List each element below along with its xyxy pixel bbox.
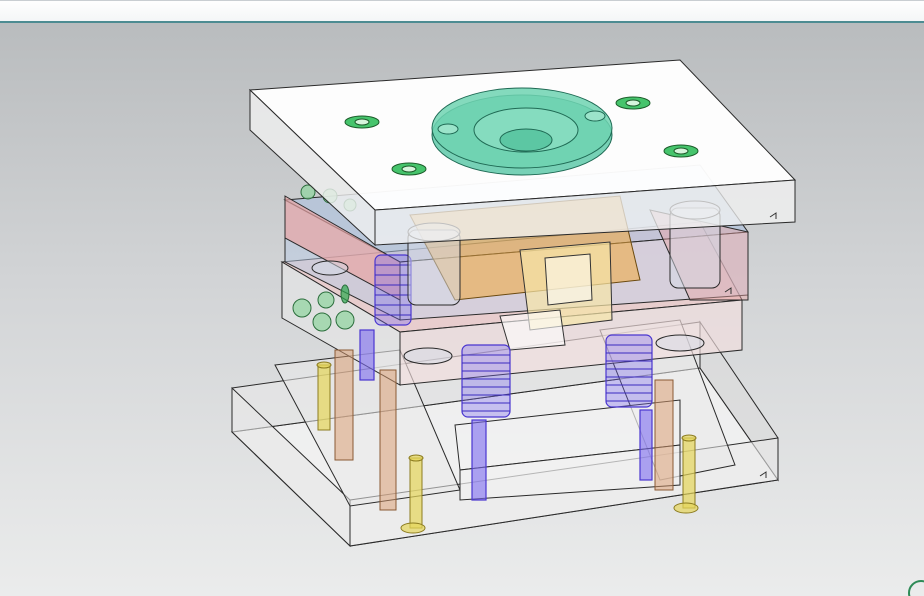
toolbar-divider — [0, 0, 924, 1]
locating-ring[interactable] — [431, 87, 613, 176]
top-toolbar-strip — [0, 0, 924, 23]
mold-assembly-model[interactable] — [0, 23, 924, 596]
3d-viewport[interactable] — [0, 23, 924, 596]
